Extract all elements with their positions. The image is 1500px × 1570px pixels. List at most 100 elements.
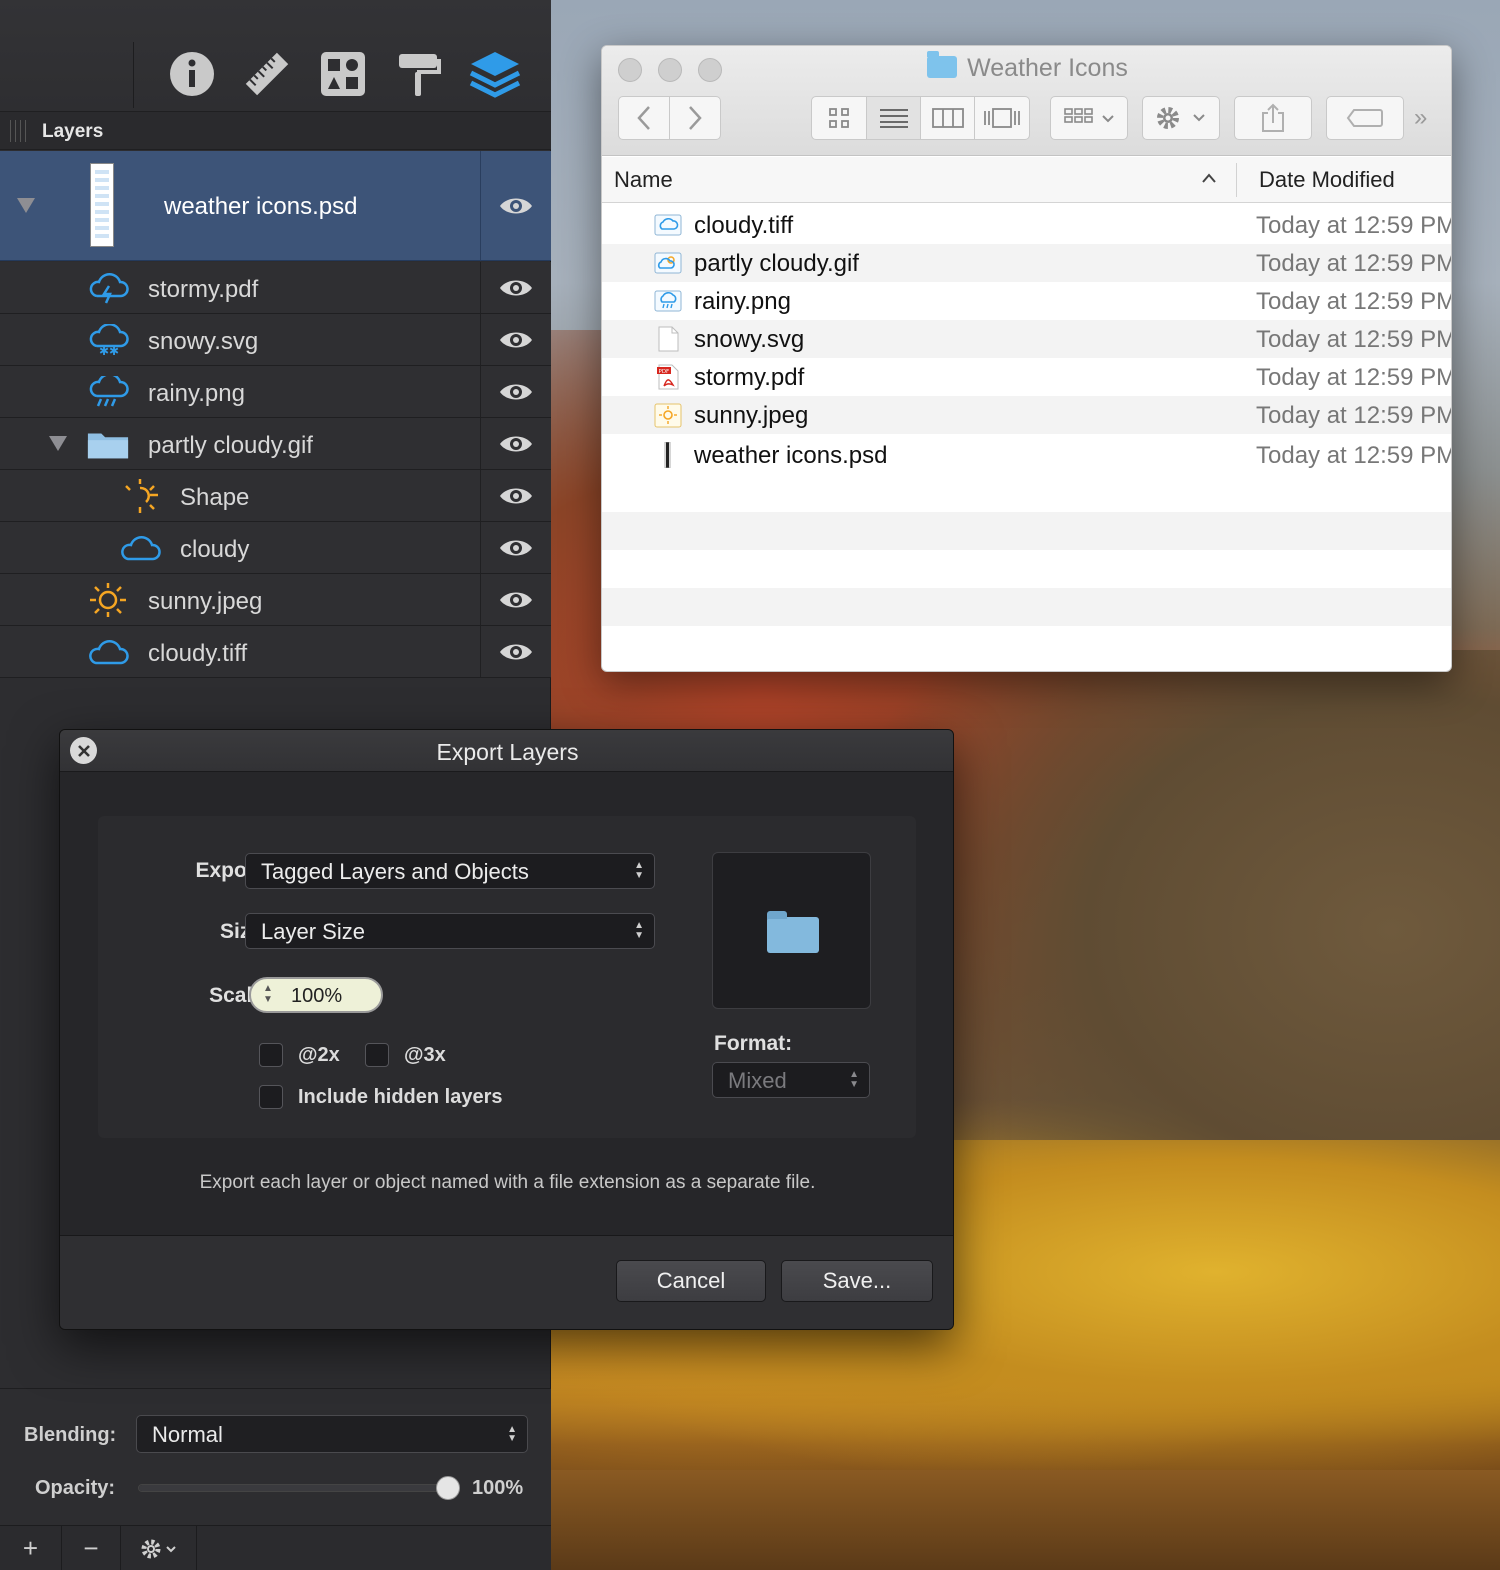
dialog-title: Export Layers bbox=[436, 739, 579, 765]
more-toolbar-icon[interactable]: » bbox=[1414, 104, 1427, 132]
format-select[interactable]: Mixed ▲ ▼ bbox=[712, 1062, 870, 1098]
file-row[interactable]: PDF stormy.pdf Today at 12:59 PM bbox=[602, 358, 1452, 396]
select-arrows-icon: ▲ ▼ bbox=[507, 1424, 517, 1444]
visibility-toggle[interactable] bbox=[480, 314, 551, 365]
arrange-button[interactable] bbox=[1050, 96, 1128, 140]
share-button[interactable] bbox=[1234, 96, 1312, 140]
layer-row-weather-icons-psd[interactable]: weather icons.psd bbox=[0, 151, 551, 261]
eye-icon bbox=[500, 384, 532, 399]
visibility-toggle[interactable] bbox=[480, 262, 551, 313]
eye-icon bbox=[500, 280, 532, 295]
icon-view-button[interactable] bbox=[811, 96, 867, 140]
partly-cloudy-file-icon bbox=[654, 252, 682, 274]
back-button[interactable] bbox=[618, 96, 670, 140]
empty-row bbox=[602, 588, 1451, 626]
opacity-slider-knob[interactable] bbox=[436, 1476, 460, 1500]
paint-roller-icon[interactable] bbox=[393, 48, 445, 100]
checkbox-include-hidden[interactable] bbox=[259, 1085, 283, 1109]
visibility-toggle[interactable] bbox=[480, 151, 551, 260]
opacity-slider[interactable] bbox=[138, 1484, 448, 1492]
grid-icon[interactable] bbox=[317, 48, 369, 100]
layer-row-rainy[interactable]: rainy.png bbox=[0, 366, 551, 418]
checkbox-2x-label: @2x bbox=[298, 1044, 340, 1066]
visibility-toggle[interactable] bbox=[480, 574, 551, 625]
tags-button[interactable] bbox=[1326, 96, 1404, 140]
info-icon[interactable] bbox=[166, 48, 218, 100]
scale-stepper[interactable]: ▲ ▼ 100% bbox=[249, 977, 383, 1013]
layer-row-sunny[interactable]: sunny.jpeg bbox=[0, 574, 551, 626]
eye-icon bbox=[500, 332, 532, 347]
file-name: partly cloudy.gif bbox=[694, 250, 859, 277]
file-row[interactable]: snowy.svg Today at 12:59 PM bbox=[602, 320, 1452, 358]
psd-thumbnail-icon bbox=[90, 163, 114, 247]
layer-actions-button[interactable] bbox=[121, 1526, 197, 1570]
visibility-toggle[interactable] bbox=[480, 366, 551, 417]
layer-row-partly-cloudy[interactable]: partly cloudy.gif bbox=[0, 418, 551, 470]
file-row[interactable]: rainy.png Today at 12:59 PM bbox=[602, 282, 1451, 320]
visibility-toggle[interactable] bbox=[480, 626, 551, 677]
visibility-toggle[interactable] bbox=[480, 418, 551, 469]
opacity-label: Opacity: bbox=[35, 1477, 116, 1499]
format-value: Mixed bbox=[728, 1068, 787, 1093]
cloud-icon bbox=[118, 530, 162, 566]
layers-icon[interactable] bbox=[469, 48, 521, 100]
finder-toolbar: Weather Icons » bbox=[602, 46, 1451, 156]
list-view-icon bbox=[879, 109, 908, 128]
layer-label: sunny.jpeg bbox=[148, 588, 263, 615]
layer-row-cloudy[interactable]: cloudy bbox=[0, 522, 551, 574]
disclosure-triangle-icon[interactable] bbox=[49, 436, 67, 451]
blending-select[interactable]: Normal ▲ ▼ bbox=[136, 1415, 528, 1453]
column-view-icon bbox=[931, 108, 964, 128]
drag-handle[interactable] bbox=[10, 120, 26, 142]
name-column-header[interactable]: Name bbox=[614, 167, 673, 193]
gallery-view-icon bbox=[984, 108, 1020, 128]
list-view-button[interactable] bbox=[866, 96, 921, 140]
layer-label: stormy.pdf bbox=[148, 276, 259, 303]
layer-row-shape[interactable]: Shape bbox=[0, 470, 551, 522]
file-date: Today at 12:59 PM bbox=[1256, 364, 1452, 391]
forward-button[interactable] bbox=[669, 96, 721, 140]
sun-file-icon bbox=[654, 403, 682, 428]
remove-layer-button[interactable]: − bbox=[62, 1526, 121, 1570]
export-select[interactable]: Tagged Layers and Objects ▲ ▼ bbox=[245, 853, 655, 889]
visibility-toggle[interactable] bbox=[480, 522, 551, 573]
visibility-toggle[interactable] bbox=[480, 470, 551, 521]
checkbox-2x[interactable] bbox=[259, 1043, 283, 1067]
layer-row-snowy[interactable]: ✱✱ snowy.svg bbox=[0, 314, 551, 366]
layer-label: cloudy bbox=[180, 536, 250, 563]
file-row[interactable]: weather icons.psd Today at 12:59 PM bbox=[602, 436, 1451, 474]
export-description: Export each layer or object named with a… bbox=[199, 1172, 816, 1193]
file-row[interactable]: cloudy.tiff Today at 12:59 PM bbox=[602, 206, 1451, 244]
save-button[interactable]: Save... bbox=[781, 1260, 933, 1302]
export-value: Tagged Layers and Objects bbox=[261, 859, 529, 884]
gallery-view-button[interactable] bbox=[974, 96, 1030, 140]
layer-row-stormy[interactable]: stormy.pdf bbox=[0, 262, 551, 314]
sun-icon bbox=[86, 582, 130, 618]
opacity-fill bbox=[139, 1485, 447, 1491]
stepper-arrows-icon[interactable]: ▲ ▼ bbox=[263, 983, 273, 1005]
add-layer-button[interactable]: + bbox=[0, 1526, 62, 1570]
partial-sun-icon bbox=[118, 478, 162, 514]
arrange-icon bbox=[1064, 108, 1114, 123]
size-select[interactable]: Layer Size ▲ ▼ bbox=[245, 913, 655, 949]
date-modified-column-header[interactable]: Date Modified bbox=[1259, 167, 1395, 193]
finder-window: Weather Icons » Name Date Modified cloud… bbox=[601, 45, 1452, 672]
cancel-button[interactable]: Cancel bbox=[616, 1260, 766, 1302]
export-preview bbox=[712, 852, 871, 1009]
ruler-icon[interactable] bbox=[241, 48, 293, 100]
eye-icon bbox=[500, 540, 532, 555]
icon-view-icon bbox=[829, 108, 849, 128]
file-date: Today at 12:59 PM bbox=[1256, 326, 1452, 353]
svg-text:PDF: PDF bbox=[659, 369, 670, 375]
layer-label: snowy.svg bbox=[148, 328, 259, 355]
column-view-button[interactable] bbox=[920, 96, 975, 140]
layer-row-cloudy-tiff[interactable]: cloudy.tiff bbox=[0, 626, 551, 678]
file-row[interactable]: partly cloudy.gif Today at 12:59 PM bbox=[602, 244, 1451, 282]
file-row[interactable]: sunny.jpeg Today at 12:59 PM bbox=[602, 396, 1452, 434]
blending-label: Blending: bbox=[24, 1424, 117, 1446]
action-button[interactable] bbox=[1142, 96, 1220, 140]
file-date: Today at 12:59 PM bbox=[1256, 402, 1452, 429]
file-name: cloudy.tiff bbox=[694, 212, 794, 239]
checkbox-3x[interactable] bbox=[365, 1043, 389, 1067]
disclosure-triangle-icon[interactable] bbox=[17, 198, 35, 213]
